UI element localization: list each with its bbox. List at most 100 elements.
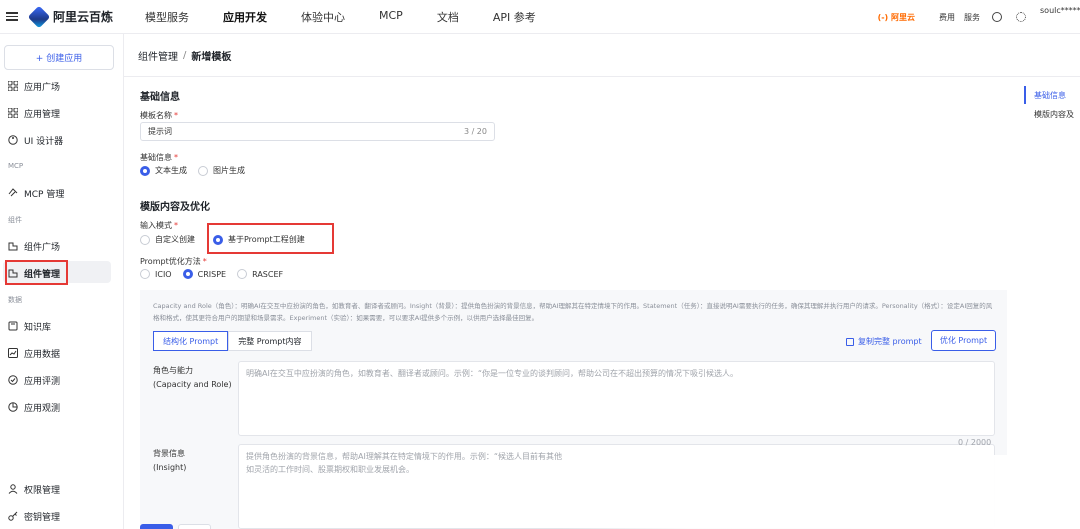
template-name-input[interactable] (141, 123, 441, 140)
nav-app-dev[interactable]: 应用开发 (223, 9, 267, 25)
nav-experience[interactable]: 体验中心 (301, 9, 345, 25)
role-char-count: 0 / 2000 (958, 438, 992, 447)
section-components: 组件 (8, 216, 22, 224)
role-field-label: 角色与能力 (Capacity and Role) (153, 366, 232, 389)
tab-full-prompt[interactable]: 完整 Prompt内容 (228, 331, 312, 351)
radio-image-gen[interactable]: 图片生成 (198, 165, 245, 176)
nav-mcp[interactable]: MCP (379, 9, 403, 25)
radio-dot (237, 269, 248, 279)
type-label: 基础信息 * (140, 153, 178, 162)
mcp-icon (8, 188, 18, 198)
sidebar-item-label: 组件广场 (24, 242, 61, 253)
top-bar: 阿里云百炼 模型服务 应用开发 体验中心 MCP 文档 API 参考 (-) 阿… (0, 0, 1080, 34)
sidebar-item-component-square[interactable]: 组件广场 (8, 236, 60, 256)
app-name: 阿里云百炼 (53, 10, 114, 24)
radio-text-gen[interactable]: 文本生成 (140, 165, 187, 176)
type-radio-group: 文本生成 图片生成 (140, 165, 256, 176)
sidebar-item-label: 密钥管理 (24, 512, 61, 523)
user-icon (8, 484, 18, 494)
template-name-label: 模板名称 * (140, 111, 178, 120)
section-data: 数据 (8, 296, 22, 304)
create-app-button[interactable]: + 创建应用 (4, 45, 114, 70)
copy-prompt-label: 复制完整 prompt (858, 337, 922, 346)
menu-icon[interactable] (6, 12, 18, 21)
sidebar-item-knowledge[interactable]: 知识库 (8, 316, 51, 336)
sidebar-item-label: 应用广场 (24, 82, 61, 93)
sidebar-item-mcp-manage[interactable]: MCP 管理 (8, 183, 64, 203)
sidebar-item-app-data[interactable]: 应用数据 (8, 343, 60, 363)
grid-icon (7, 107, 19, 119)
anchor-content[interactable]: 模版内容及 (1024, 109, 1074, 120)
radio-dot (140, 165, 150, 176)
book-icon (8, 321, 18, 331)
radio-dot (182, 269, 193, 279)
sidebar-item-label: 权限管理 (24, 485, 61, 496)
top-right-area: (-) 阿里云 费用 服务 soulc*****@ (878, 0, 1080, 34)
breadcrumb-parent[interactable]: 组件管理 (138, 48, 178, 63)
input-mode-label: 输入模式 * (140, 221, 178, 230)
prompt-tabs: 结构化 Prompt 完整 Prompt内容 (153, 331, 312, 351)
nav-docs[interactable]: 文档 (437, 9, 459, 25)
sidebar-item-app-manage[interactable]: 应用管理 (7, 103, 60, 123)
grid-icon (7, 80, 19, 92)
radio-dot (140, 234, 150, 245)
sidebar-item-app-eval[interactable]: 应用评测 (8, 370, 60, 390)
template-name-field[interactable]: 3 / 20 (140, 122, 495, 141)
sidebar-item-label: UI 设计器 (24, 136, 64, 147)
sidebar-item-keys[interactable]: 密钥管理 (8, 506, 60, 526)
optimize-prompt-button[interactable]: 优化 Prompt (931, 330, 996, 351)
nav-model-service[interactable]: 模型服务 (145, 9, 189, 25)
breadcrumb: 组件管理 / 新增模板 (124, 34, 1080, 77)
aliyun-brand[interactable]: (-) 阿里云 (878, 12, 915, 23)
radio-icio[interactable]: ICIO (140, 269, 172, 279)
sidebar-item-label: 知识库 (24, 322, 52, 333)
section-title-basic: 基础信息 (140, 92, 180, 103)
tab-structured-prompt[interactable]: 结构化 Prompt (153, 331, 229, 351)
sidebar-item-ui-designer[interactable]: UI 设计器 (8, 130, 63, 150)
method-label: Prompt优化方法 * (140, 257, 207, 266)
logo-mark-icon (27, 5, 51, 28)
section-title-content: 模版内容及优化 (140, 202, 210, 213)
method-hint-text: Capacity and Role（角色）：明确AI在交互中应扮演的角色，如教育… (153, 302, 993, 322)
top-nav: 模型服务 应用开发 体验中心 MCP 文档 API 参考 (145, 9, 570, 25)
role-textarea[interactable]: 明确AI在交互中应扮演的角色，如教育者、翻译者或顾问。示例：“你是一位专业的谈判… (238, 361, 995, 436)
service-link[interactable]: 服务 (964, 12, 980, 23)
nav-api[interactable]: API 参考 (493, 9, 536, 25)
highlight-box-input-mode (207, 223, 334, 254)
sidebar-item-app-observe[interactable]: 应用观测 (8, 397, 60, 417)
method-radio-group: ICIO CRISPE RASCEF (140, 269, 294, 279)
breadcrumb-current: 新增模板 (191, 51, 232, 63)
sidebar-item-permissions[interactable]: 权限管理 (8, 479, 60, 499)
observe-icon (8, 402, 18, 412)
radio-crispe[interactable]: CRISPE (182, 269, 226, 279)
sidebar-item-app-square[interactable]: 应用广场 (7, 76, 61, 96)
radio-custom-create[interactable]: 自定义创建 (140, 234, 195, 245)
component-icon (8, 241, 18, 251)
breadcrumb-separator: / (183, 49, 187, 61)
template-name-counter: 3 / 20 (463, 127, 487, 136)
sidebar-item-label: 应用数据 (24, 349, 61, 360)
anchor-basic-info[interactable]: 基础信息 (1024, 90, 1066, 101)
bottom-secondary-button[interactable] (178, 524, 211, 529)
key-icon (8, 511, 18, 521)
sidebar-item-label: MCP 管理 (24, 189, 65, 200)
copy-icon (846, 337, 854, 346)
radio-dot (198, 165, 208, 176)
copy-prompt-button[interactable]: 复制完整 prompt (846, 336, 922, 347)
chart-icon (8, 348, 18, 358)
globe-icon[interactable] (992, 12, 1002, 22)
eval-icon (8, 375, 18, 385)
settings-icon[interactable] (1016, 12, 1026, 22)
app-logo[interactable]: 阿里云百炼 (27, 5, 114, 28)
insight-field-label: 背景信息 (Insight) (153, 449, 187, 472)
bottom-fade-overlay (560, 455, 1080, 529)
sidebar-item-label: 应用评测 (24, 376, 61, 387)
user-account[interactable]: soulc*****@ (1040, 6, 1080, 15)
bottom-primary-button[interactable] (140, 524, 173, 529)
radio-dot (140, 269, 150, 279)
highlight-box-sidebar (5, 260, 68, 285)
palette-icon (8, 135, 18, 145)
sidebar-item-label: 应用观测 (24, 403, 61, 414)
radio-rascef[interactable]: RASCEF (237, 269, 283, 279)
fees-link[interactable]: 费用 (939, 12, 955, 23)
